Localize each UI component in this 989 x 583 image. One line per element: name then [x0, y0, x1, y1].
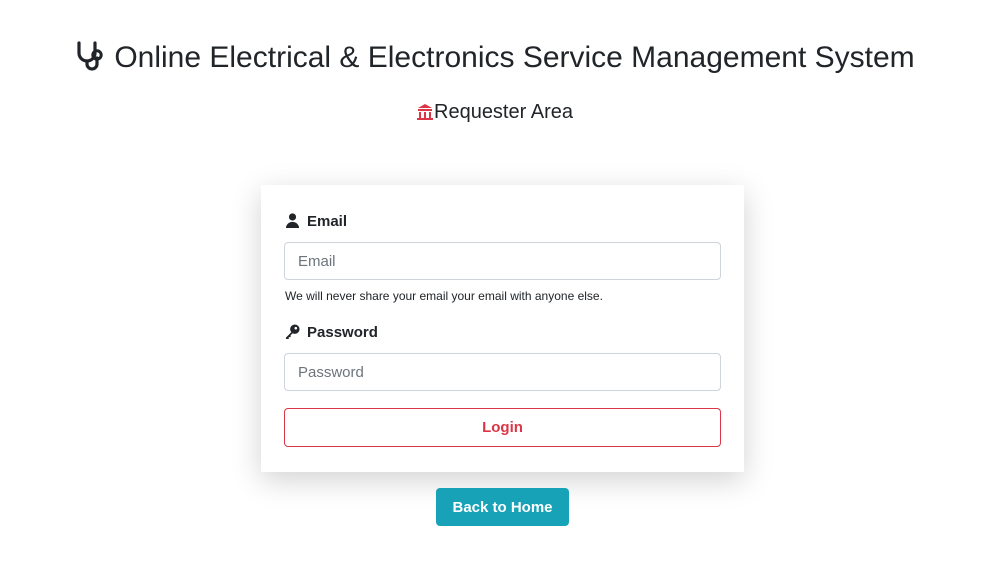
key-icon [285, 324, 300, 339]
email-help-text: We will never share your email your emai… [285, 289, 603, 303]
temple-icon [417, 104, 433, 120]
password-input[interactable] [284, 353, 721, 391]
stethoscope-icon [77, 41, 104, 71]
back-to-home-button[interactable]: Back to Home [436, 488, 569, 526]
login-button[interactable]: Login [284, 408, 721, 447]
area-title-text: Requester Area [434, 101, 573, 123]
user-icon [285, 213, 300, 228]
email-input[interactable] [284, 242, 721, 280]
area-title: Requester Area [0, 99, 989, 125]
page: Online Electrical & Electronics Service … [0, 0, 989, 583]
email-label-text: Email [307, 213, 348, 230]
email-label: Email [285, 212, 347, 232]
app-title: Online Electrical & Electronics Service … [0, 38, 989, 78]
login-card: Email We will never share your email you… [261, 185, 744, 472]
password-label-text: Password [307, 324, 378, 341]
app-title-text: Online Electrical & Electronics Service … [114, 41, 915, 74]
password-label: Password [285, 323, 378, 343]
